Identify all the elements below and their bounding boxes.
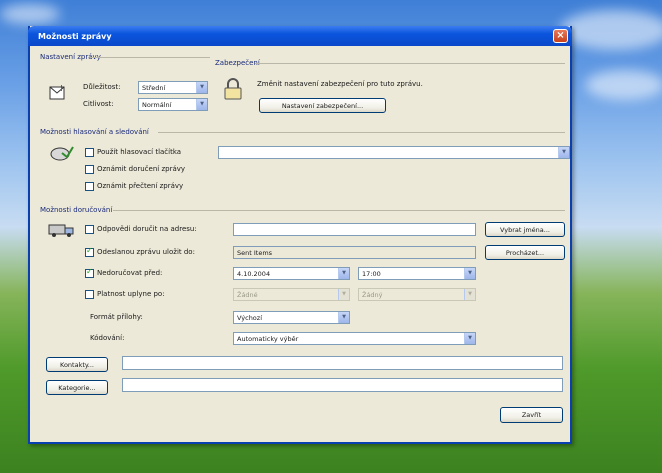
divider: [255, 63, 565, 64]
chevron-down-icon[interactable]: ▼: [464, 289, 475, 300]
delivery-truck-icon: [48, 224, 74, 237]
desktop-cloud: [0, 4, 60, 24]
save-sent-checkbox[interactable]: [85, 246, 94, 257]
lock-icon: [224, 78, 242, 100]
chevron-down-icon[interactable]: ▼: [338, 268, 349, 279]
chevron-down-icon[interactable]: ▼: [196, 99, 207, 110]
encoding-select[interactable]: Automaticky výběr ▼: [233, 332, 476, 345]
read-receipt-label: Oznámit přečtení zprávy: [97, 182, 184, 190]
do-not-deliver-date-select[interactable]: 4.10.2004 ▼: [233, 267, 350, 280]
chevron-down-icon[interactable]: ▼: [338, 289, 349, 300]
use-voting-checkbox[interactable]: [85, 148, 94, 157]
dialog-title-bar[interactable]: Možnosti zprávy ×: [28, 26, 572, 46]
message-options-dialog: Možnosti zprávy × Nastavení zprávy ! Důl…: [28, 26, 572, 444]
divider: [158, 132, 565, 133]
do-not-deliver-label: Nedoručovat před:: [97, 269, 163, 277]
message-envelope-icon: !: [49, 84, 65, 100]
security-title: Zabezpečení: [215, 59, 260, 67]
expires-time: Žádný: [362, 291, 383, 299]
desktop-cloud: [560, 10, 662, 50]
expires-label: Platnost uplyne po:: [97, 290, 165, 298]
security-description: Změnit nastavení zabezpečení pro tuto zp…: [257, 80, 423, 88]
attachment-format-select[interactable]: Výchozí ▼: [233, 311, 350, 324]
importance-select[interactable]: Střední ▼: [138, 81, 208, 94]
delivery-receipt-label: Oznámit doručení zprávy: [97, 165, 186, 173]
desktop-cloud: [585, 70, 662, 100]
contacts-field[interactable]: [122, 356, 563, 370]
delivery-receipt-checkbox[interactable]: [85, 165, 94, 174]
expires-time-select[interactable]: Žádný ▼: [358, 288, 476, 301]
divider: [90, 57, 210, 58]
voting-options-select[interactable]: ▼: [218, 146, 570, 159]
divider: [113, 210, 565, 211]
encoding-value: Automaticky výběr: [237, 335, 299, 343]
replies-to-checkbox[interactable]: [85, 225, 94, 234]
contacts-button[interactable]: Kontakty...: [46, 357, 108, 372]
close-button[interactable]: Zavřít: [500, 407, 563, 423]
expires-checkbox[interactable]: [85, 290, 94, 299]
attachment-format-value: Výchozí: [237, 314, 263, 322]
importance-value: Střední: [142, 84, 166, 92]
chevron-down-icon[interactable]: ▼: [464, 268, 475, 279]
security-settings-button[interactable]: Nastavení zabezpečení...: [259, 98, 386, 113]
importance-label: Důležitost:: [83, 83, 121, 91]
svg-text:!: !: [60, 84, 63, 93]
select-names-button[interactable]: Vybrat jména...: [485, 222, 565, 237]
replies-to-label: Odpovědi doručit na adresu:: [97, 225, 197, 233]
browse-button[interactable]: Procházet...: [485, 245, 565, 260]
chevron-down-icon[interactable]: ▼: [558, 147, 569, 158]
do-not-deliver-checkbox[interactable]: [85, 267, 94, 278]
dialog-title: Možnosti zprávy: [38, 32, 112, 41]
encoding-label: Kódování:: [90, 334, 125, 342]
do-not-deliver-time: 17:00: [362, 270, 381, 278]
voting-tracking-title: Možnosti hlasování a sledování: [40, 128, 149, 136]
save-sent-label: Odeslanou zprávu uložit do:: [97, 248, 195, 256]
do-not-deliver-date: 4.10.2004: [237, 270, 271, 278]
read-receipt-checkbox[interactable]: [85, 182, 94, 191]
expires-date-select[interactable]: Žádné ▼: [233, 288, 350, 301]
expires-date: Žádné: [237, 291, 258, 299]
save-sent-field[interactable]: Sent Items: [233, 246, 476, 259]
use-voting-label: Použít hlasovací tlačítka: [97, 148, 182, 156]
replies-to-field[interactable]: [233, 223, 476, 236]
categories-button[interactable]: Kategorie...: [46, 380, 108, 395]
categories-field[interactable]: [122, 378, 563, 392]
delivery-options-title: Možnosti doručování: [40, 206, 113, 214]
do-not-deliver-time-select[interactable]: 17:00 ▼: [358, 267, 476, 280]
close-icon[interactable]: ×: [553, 29, 568, 43]
sensitivity-select[interactable]: Normální ▼: [138, 98, 208, 111]
chevron-down-icon[interactable]: ▼: [464, 333, 475, 344]
sensitivity-value: Normální: [142, 101, 172, 109]
sensitivity-label: Citlivost:: [83, 100, 114, 108]
chevron-down-icon[interactable]: ▼: [196, 82, 207, 93]
voting-icon: [50, 146, 74, 161]
attachment-format-label: Formát přílohy:: [90, 313, 143, 321]
chevron-down-icon[interactable]: ▼: [338, 312, 349, 323]
